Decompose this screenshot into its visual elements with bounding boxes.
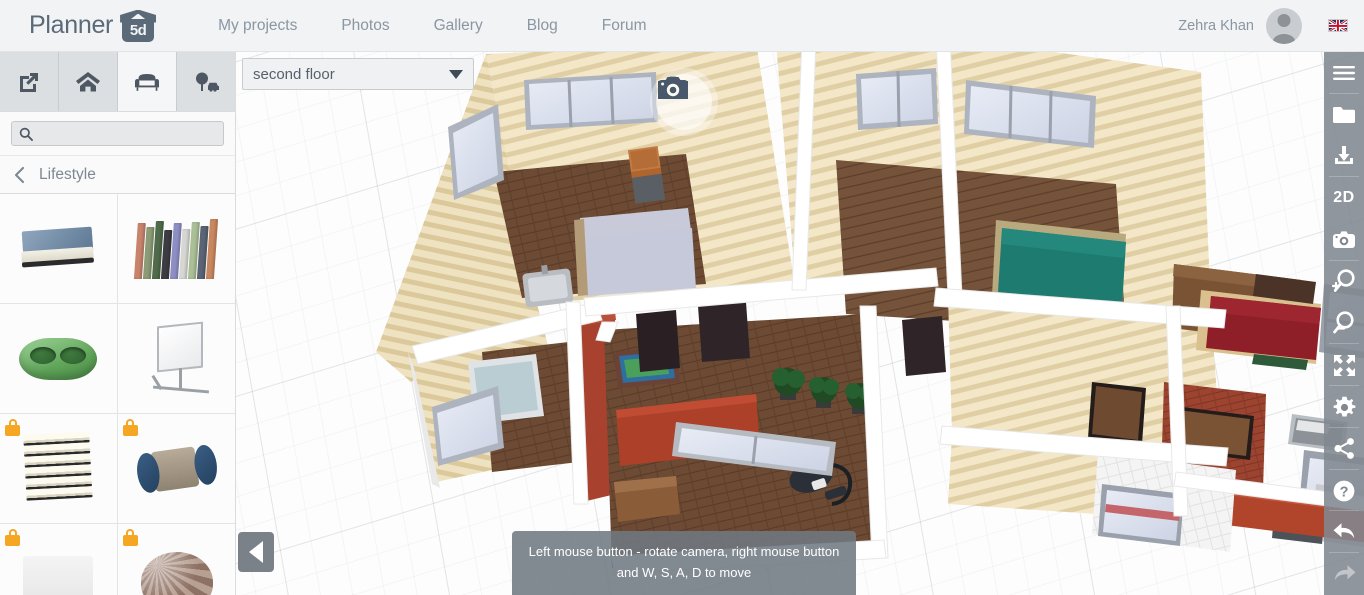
zoom-in-button[interactable] (1324, 261, 1364, 303)
zoom-out-button[interactable] (1324, 303, 1364, 345)
breadcrumb-label: Lifestyle (39, 165, 96, 183)
logo-badge-text: 5d (129, 21, 147, 39)
viewport-hint-tooltip: Left mouse button - rotate camera, right… (512, 530, 856, 595)
left-catalog-panel: Lifestyle (0, 52, 236, 595)
undo-arrow-icon (1333, 522, 1354, 538)
question-circle-icon: ? (1333, 480, 1355, 501)
logo-text: Planner (29, 11, 114, 39)
search-icon (19, 127, 33, 141)
catalog-item-book-stack[interactable] (0, 414, 118, 524)
tab-rooms[interactable] (0, 52, 59, 111)
camera-icon (658, 76, 688, 99)
catalog-item-bolster-pillow[interactable] (117, 414, 235, 524)
main-navigation: My projects Photos Gallery Blog Forum (196, 17, 668, 35)
nav-forum[interactable]: Forum (580, 17, 669, 35)
catalog-item-pouf[interactable] (117, 524, 235, 595)
hamburger-icon (1333, 65, 1355, 80)
catalog-item-hardcover-book[interactable] (0, 194, 118, 304)
house-icon (76, 71, 100, 91)
share-button[interactable] (1324, 428, 1364, 470)
category-tab-bar (0, 52, 235, 112)
right-toolbar: 2D ? (1324, 52, 1364, 595)
chevron-left-icon (13, 166, 26, 184)
tree-car-icon (196, 72, 219, 92)
redo-arrow-icon (1334, 564, 1355, 580)
catalog-item-locked-a[interactable] (0, 524, 118, 595)
sofa-icon (135, 73, 159, 91)
breadcrumb[interactable]: Lifestyle (0, 155, 235, 194)
uk-flag-icon[interactable] (1328, 19, 1348, 32)
floor-selector[interactable]: second floor (242, 58, 474, 90)
svg-text:?: ? (1340, 484, 1349, 500)
search-box[interactable] (11, 121, 224, 146)
catalog-item-pet-bowl[interactable] (0, 304, 118, 414)
catalog-grid[interactable] (0, 194, 235, 595)
search-area (0, 112, 235, 155)
lock-icon (122, 419, 138, 436)
3d-floorplan-scene[interactable] (236, 52, 1364, 595)
nav-photos[interactable]: Photos (319, 17, 411, 35)
nav-my-projects[interactable]: My projects (196, 17, 319, 35)
lock-icon (5, 529, 20, 546)
design-canvas[interactable]: second floor Left mouse button - rotate … (236, 52, 1364, 595)
redo-button[interactable] (1324, 553, 1364, 595)
snapshot-button[interactable] (1324, 219, 1364, 261)
tab-structure[interactable] (59, 52, 118, 111)
floor-selector-value: second floor (253, 65, 335, 83)
catalog-item-book-row[interactable] (117, 194, 235, 304)
2d-text-icon: 2D (1333, 189, 1355, 207)
view-2d-button[interactable]: 2D (1324, 177, 1364, 219)
user-name[interactable]: Zehra Khan (1178, 18, 1254, 34)
camera-icon (1333, 231, 1355, 249)
folder-icon (1333, 106, 1355, 123)
user-avatar-icon[interactable] (1266, 7, 1302, 44)
top-header: Planner 5d My projects Photos Gallery Bl… (0, 0, 1364, 52)
tooltip-line-2: and W, S, A, D to move (616, 564, 752, 580)
share-icon (1333, 438, 1354, 460)
catalog-item-flipchart[interactable] (117, 304, 235, 414)
undo-button[interactable] (1324, 511, 1364, 553)
magnifier-plus-icon (1331, 269, 1355, 293)
gear-icon (1333, 396, 1355, 416)
panel-collapse-button[interactable] (238, 532, 274, 572)
tab-furniture[interactable] (118, 52, 177, 111)
settings-button[interactable] (1324, 386, 1364, 428)
nav-blog[interactable]: Blog (505, 17, 580, 35)
fullscreen-button[interactable] (1324, 344, 1364, 386)
download-icon (1335, 146, 1353, 165)
lock-icon (122, 529, 138, 546)
house-badge-icon: 5d (120, 9, 157, 42)
help-button[interactable]: ? (1324, 470, 1364, 512)
search-input[interactable] (39, 126, 216, 141)
tooltip-line-1: Left mouse button - rotate camera, right… (528, 543, 840, 559)
floorplan-render (376, 52, 1364, 575)
chevron-down-icon (449, 69, 463, 79)
open-project-button[interactable] (1324, 94, 1364, 136)
camera-snapshot-button[interactable] (656, 74, 712, 130)
nav-gallery[interactable]: Gallery (412, 17, 505, 35)
app-logo[interactable]: Planner 5d (29, 9, 157, 42)
planner5d-app: Planner 5d My projects Photos Gallery Bl… (0, 0, 1364, 595)
tab-outdoor[interactable] (177, 52, 235, 111)
save-button[interactable] (1324, 136, 1364, 178)
expand-arrows-icon (1333, 354, 1355, 376)
room-export-icon (20, 72, 38, 92)
triangle-left-icon (249, 541, 263, 563)
menu-button[interactable] (1324, 52, 1364, 94)
header-right-group: Zehra Khan (1178, 7, 1348, 44)
lock-icon (5, 419, 20, 436)
magnifier-minus-icon (1332, 311, 1354, 334)
